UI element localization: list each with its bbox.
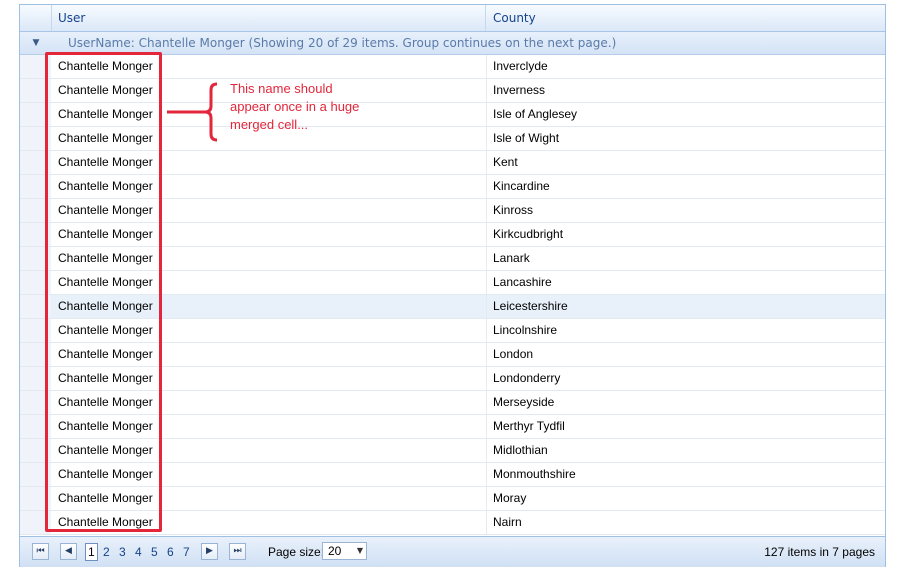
county-cell[interactable]: Kinross <box>493 199 533 222</box>
county-cell[interactable]: Kincardine <box>493 175 550 198</box>
column-divider <box>486 151 487 175</box>
county-cell[interactable]: Londonderry <box>493 367 560 390</box>
column-divider <box>486 247 487 271</box>
column-divider <box>486 343 487 367</box>
column-divider <box>486 319 487 343</box>
county-cell[interactable]: Merthyr Tydfil <box>493 415 565 438</box>
county-cell[interactable]: Kirkcudbright <box>493 223 563 246</box>
column-divider <box>486 223 487 247</box>
annotation-line: This name should <box>230 81 333 96</box>
column-divider <box>486 463 487 487</box>
column-divider <box>486 391 487 415</box>
county-cell[interactable]: Isle of Wight <box>493 127 559 150</box>
page-size-label: Page size: <box>268 545 325 559</box>
pager: ⏮ ◀ 1 2 3 4 5 6 7 ▶ ⏭ Page size: 20 ▼ 12… <box>20 536 885 567</box>
page-number-3[interactable]: 3 <box>119 544 126 560</box>
column-divider <box>486 55 487 79</box>
collapse-triangle-icon[interactable]: ▼ <box>30 37 42 49</box>
column-divider <box>486 199 487 223</box>
column-header-user[interactable]: User <box>51 5 486 31</box>
county-cell[interactable]: Lincolnshire <box>493 319 557 342</box>
county-cell[interactable]: Monmouthshire <box>493 463 576 486</box>
page-size-select[interactable]: 20 ▼ <box>322 542 367 560</box>
header-indent-cell <box>20 5 52 31</box>
county-cell[interactable]: Inverclyde <box>493 55 548 78</box>
column-divider <box>486 511 487 535</box>
first-page-icon[interactable]: ⏮ <box>32 543 49 560</box>
page-number-1[interactable]: 1 <box>85 543 98 561</box>
page-number-2[interactable]: 2 <box>103 544 110 560</box>
county-cell[interactable]: Kent <box>493 151 518 174</box>
chevron-down-icon[interactable]: ▼ <box>357 543 363 559</box>
column-divider <box>486 487 487 511</box>
column-header-county[interactable]: County <box>486 5 885 31</box>
annotation-text: This name should appear once in a huge m… <box>230 80 390 134</box>
county-cell[interactable]: Leicestershire <box>493 295 568 318</box>
column-divider <box>486 415 487 439</box>
county-cell[interactable]: Lanark <box>493 247 530 270</box>
column-divider <box>486 127 487 151</box>
county-cell[interactable]: Moray <box>493 487 526 510</box>
page-number-6[interactable]: 6 <box>167 544 174 560</box>
column-divider <box>486 175 487 199</box>
column-divider <box>486 79 487 103</box>
column-divider <box>486 295 487 319</box>
column-divider <box>486 271 487 295</box>
annotation-bracket-icon <box>167 82 218 142</box>
previous-page-icon[interactable]: ◀ <box>60 543 77 560</box>
group-header-text: UserName: Chantelle Monger (Showing 20 o… <box>68 36 617 50</box>
page-number-5[interactable]: 5 <box>151 544 158 560</box>
pager-info: 127 items in 7 pages <box>764 545 875 559</box>
county-cell[interactable]: Midlothian <box>493 439 548 462</box>
page-size-value: 20 <box>328 544 342 558</box>
next-page-icon[interactable]: ▶ <box>201 543 218 560</box>
county-cell[interactable]: Nairn <box>493 511 522 534</box>
county-cell[interactable]: Isle of Anglesey <box>493 103 577 126</box>
page-number-4[interactable]: 4 <box>135 544 142 560</box>
annotation-line: merged cell... <box>230 117 309 132</box>
column-divider <box>486 103 487 127</box>
county-cell[interactable]: Merseyside <box>493 391 554 414</box>
page-number-7[interactable]: 7 <box>183 544 190 560</box>
annotation-highlight-box <box>45 52 162 532</box>
annotation-line: appear once in a huge <box>230 99 360 114</box>
last-page-icon[interactable]: ⏭ <box>229 543 246 560</box>
county-cell[interactable]: Inverness <box>493 79 545 102</box>
grid-header: User County <box>20 5 885 32</box>
county-cell[interactable]: Lancashire <box>493 271 552 294</box>
column-divider <box>486 367 487 391</box>
county-cell[interactable]: London <box>493 343 533 366</box>
column-divider <box>486 439 487 463</box>
